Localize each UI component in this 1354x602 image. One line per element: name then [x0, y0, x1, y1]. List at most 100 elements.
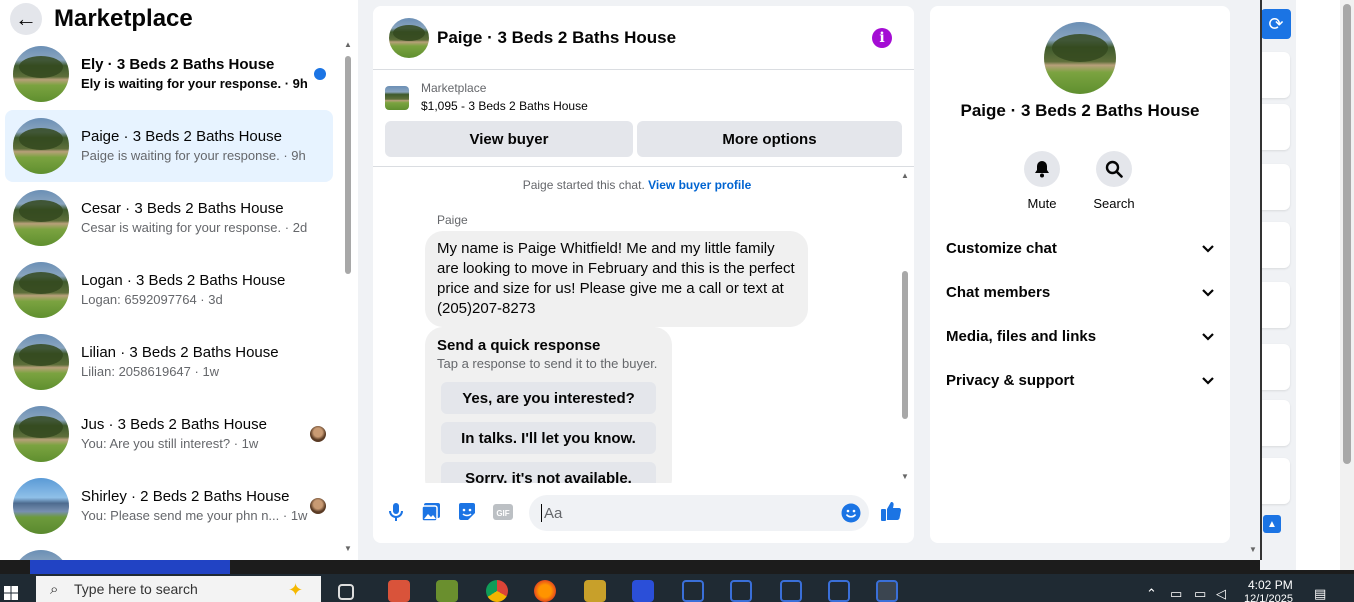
chat-avatar[interactable] [389, 17, 429, 58]
more-options-button[interactable]: More options [637, 121, 902, 157]
message-composer: GIF Aa [373, 493, 914, 533]
app-icon-b[interactable] [632, 580, 654, 602]
scroll-down-arrow-icon[interactable]: ▼ [344, 544, 352, 553]
chevron-down-icon [1202, 372, 1214, 389]
background-card [1260, 52, 1290, 98]
conversation-item-paige[interactable]: Paige · 3 Beds 2 Baths House Paige is wa… [5, 110, 333, 182]
back-arrow-icon[interactable]: ← [10, 3, 42, 35]
conversation-time: 1w [241, 436, 259, 451]
chat-scrollbar[interactable]: ▲ ▼ [899, 171, 911, 481]
background-panel [1296, 0, 1340, 570]
search-label: Search [1093, 196, 1135, 211]
scrollbar-thumb[interactable] [345, 56, 351, 274]
background-strip [30, 560, 230, 574]
quick-reply-button[interactable]: Yes, are you interested? [441, 382, 656, 414]
windows-start-icon[interactable] [4, 586, 20, 602]
conversation-preview: Ely is waiting for your response. [81, 76, 282, 91]
info-icon[interactable]: i [872, 28, 892, 48]
app-icon-notepad[interactable] [436, 580, 458, 602]
avatar [13, 190, 69, 246]
conversation-item-logan[interactable]: Logan · 3 Beds 2 Baths House Logan: 6592… [5, 254, 333, 326]
conversation-name: Paige · 3 Beds 2 Baths House [81, 128, 282, 145]
conversation-preview: Cesar is waiting for your response. [81, 220, 282, 235]
network-icon[interactable]: ▭ [1170, 586, 1182, 602]
sticker-icon[interactable] [456, 501, 478, 523]
section-label: Chat members [946, 283, 1051, 301]
background-card [1260, 104, 1290, 150]
conversation-item-ely[interactable]: Ely · 3 Beds 2 Baths House Ely is waitin… [5, 38, 333, 110]
app-icon-window-active[interactable] [876, 580, 898, 602]
background-card [1260, 458, 1290, 504]
sidebar-scrollbar[interactable]: ▲ ▼ [342, 40, 354, 555]
conversation-name: Jus · 3 Beds 2 Baths House [81, 416, 267, 433]
conversation-item-partial[interactable] [5, 542, 333, 560]
emoji-icon[interactable] [841, 503, 861, 527]
conversation-preview: Paige is waiting for your response. [81, 148, 280, 163]
quick-reply-button[interactable]: Sorry, it's not available. [441, 462, 656, 483]
listing-summary[interactable]: Marketplace $1,095 - 3 Beds 2 Baths Hous… [385, 80, 588, 116]
clock-time[interactable]: 4:02 PM [1248, 578, 1293, 592]
unread-indicator [314, 68, 326, 80]
conversation-time: 1w [202, 364, 220, 379]
conversation-preview: You: Are you still interest? [81, 436, 231, 451]
chat-details-panel: Paige · 3 Beds 2 Baths House Mute Search… [930, 6, 1230, 543]
scroll-down-arrow-icon[interactable]: ▼ [1249, 545, 1257, 554]
chat-panel: Paige · 3 Beds 2 Baths House i Marketpla… [373, 6, 914, 543]
conversation-time: 3d [208, 292, 223, 307]
chrome-icon[interactable] [486, 580, 508, 602]
photo-icon[interactable] [420, 501, 442, 523]
taskbar-search-input[interactable]: ⌕ Type here to search ✦ [36, 576, 321, 602]
conversation-name: Cesar · 3 Beds 2 Baths House [81, 200, 284, 217]
microphone-icon[interactable] [385, 501, 407, 523]
message-input[interactable]: Aa [529, 495, 869, 531]
media-files-links-section[interactable]: Media, files and links [946, 325, 1214, 347]
privacy-support-section[interactable]: Privacy & support [946, 369, 1214, 391]
quick-reply-button[interactable]: In talks. I'll let you know. [441, 422, 656, 454]
scrollbar-thumb[interactable] [902, 271, 908, 419]
gif-icon[interactable]: GIF [492, 501, 514, 523]
scroll-up-arrow-icon[interactable]: ▲ [344, 40, 352, 49]
view-buyer-profile-link[interactable]: View buyer profile [648, 178, 751, 192]
conversation-item-lilian[interactable]: Lilian · 3 Beds 2 Baths House Lilian: 20… [5, 326, 333, 398]
search-icon [1096, 151, 1132, 187]
message-thread: Paige started this chat. View buyer prof… [373, 167, 901, 483]
customize-chat-section[interactable]: Customize chat [946, 237, 1214, 259]
profile-avatar [1044, 22, 1116, 94]
task-view-icon[interactable] [338, 584, 354, 600]
page-scrollbar[interactable] [1340, 0, 1354, 570]
conversation-item-shirley[interactable]: Shirley · 2 Beds 2 Baths House You: Plea… [5, 470, 333, 542]
chat-members-section[interactable]: Chat members [946, 281, 1214, 303]
conversation-item-jus[interactable]: Jus · 3 Beds 2 Baths House You: Are you … [5, 398, 333, 470]
message-bubble[interactable]: My name is Paige Whitfield! Me and my li… [425, 231, 808, 327]
scroll-down-arrow-icon[interactable]: ▼ [901, 472, 909, 481]
section-label: Customize chat [946, 239, 1057, 257]
avatar [13, 46, 69, 102]
scroll-up-arrow-icon[interactable]: ▲ [901, 171, 909, 180]
volume-muted-icon[interactable]: ◁ [1216, 586, 1226, 602]
app-icon-window[interactable] [730, 580, 752, 602]
clock-date[interactable]: 12/1/2025 [1244, 593, 1293, 602]
mute-button[interactable]: Mute [1012, 151, 1072, 211]
conversation-time: 9h [292, 76, 308, 91]
sparkle-icon: ✦ [288, 580, 304, 600]
chevron-down-icon [1202, 328, 1214, 345]
app-icon-x[interactable] [584, 580, 606, 602]
background-card [1260, 282, 1290, 328]
app-icon-window[interactable] [828, 580, 850, 602]
conversation-item-cesar[interactable]: Cesar · 3 Beds 2 Baths House Cesar is wa… [5, 182, 333, 254]
view-buyer-button[interactable]: View buyer [385, 121, 633, 157]
app-icon-paint[interactable] [388, 580, 410, 602]
scroll-up-button[interactable]: ▲ [1263, 515, 1281, 533]
refresh-icon[interactable]: ⟳ [1261, 9, 1291, 39]
chat-title: Paige · 3 Beds 2 Baths House [437, 27, 677, 47]
app-icon-window[interactable] [682, 580, 704, 602]
quick-response-title: Send a quick response [437, 337, 601, 354]
firefox-icon[interactable] [534, 580, 556, 602]
section-label: Media, files and links [946, 327, 1097, 345]
notification-icon[interactable]: ▤ [1314, 586, 1326, 602]
search-button[interactable]: Search [1084, 151, 1144, 211]
thumbs-up-icon[interactable] [880, 500, 902, 522]
app-icon-window[interactable] [780, 580, 802, 602]
chevron-up-icon[interactable]: ⌃ [1146, 586, 1157, 602]
display-icon[interactable]: ▭ [1194, 586, 1206, 602]
